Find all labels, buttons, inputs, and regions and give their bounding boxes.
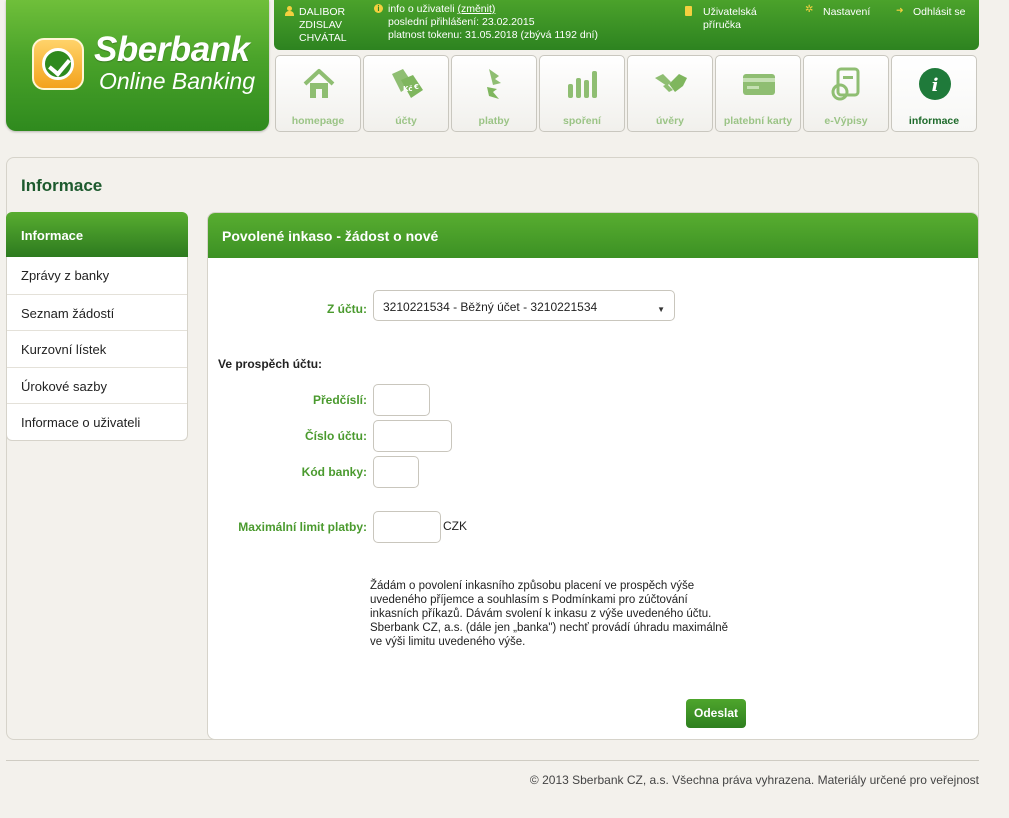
- bank-code-label: Kód banky:: [301, 465, 367, 479]
- from-account-label: Z účtu:: [327, 302, 367, 316]
- user-manual-line1: Uživatelská: [703, 6, 757, 18]
- form-header: Povolené inkaso - žádost o nové: [208, 213, 978, 258]
- prefix-input[interactable]: [373, 384, 430, 416]
- change-user-link[interactable]: (změnit): [457, 3, 495, 15]
- footer-divider: [6, 760, 979, 761]
- info-circle-icon: i: [919, 68, 951, 100]
- tab-statements[interactable]: e-Výpisy: [803, 55, 889, 132]
- tab-statements-label: e-Výpisy: [824, 115, 868, 127]
- tab-accounts[interactable]: Kč € účty: [363, 55, 449, 132]
- sidebar-item-user-info[interactable]: Informace o uživateli: [7, 403, 187, 440]
- home-icon: [303, 69, 335, 98]
- tab-payments[interactable]: platby: [451, 55, 537, 132]
- user-info-label: info o uživateli: [388, 3, 455, 15]
- sidebar-item-requests[interactable]: Seznam žádostí: [7, 293, 187, 331]
- max-limit-input[interactable]: [373, 511, 441, 543]
- tab-savings[interactable]: spoření: [539, 55, 625, 132]
- bank-code-input[interactable]: [373, 456, 419, 488]
- logout-arrow-icon: ➜: [896, 5, 904, 15]
- tab-loans-label: úvěry: [655, 115, 685, 127]
- svg-text:Kč: Kč: [403, 85, 413, 93]
- max-limit-label: Maximální limit platby:: [238, 520, 367, 534]
- top-bar: DALIBOR ZDISLAV CHVÁTAL i info o uživate…: [274, 0, 979, 50]
- card-icon: [743, 74, 775, 95]
- sidebar-list: Zprávy z banky Seznam žádostí Kurzovní l…: [6, 257, 188, 441]
- footer-copyright: © 2013 Sberbank CZ, a.s. Všechna práva v…: [529, 773, 979, 787]
- logout-link[interactable]: Odhlásit se: [913, 6, 966, 19]
- sidebar-item-bank-messages[interactable]: Zprávy z banky: [7, 257, 187, 294]
- account-number-input[interactable]: [373, 420, 452, 452]
- from-account-select[interactable]: 3210221534 - Běžný účet - 3210221534 ▼: [373, 290, 675, 321]
- consent-text: Žádám o povolení inkasního způsobu place…: [370, 580, 729, 648]
- user-info: info o uživateli (změnit) poslední přihl…: [388, 3, 598, 42]
- user-first-name: DALIBOR: [299, 6, 346, 18]
- brand-name: Sberbank: [94, 30, 250, 69]
- info-icon: i: [374, 4, 383, 13]
- book-icon: [685, 6, 692, 16]
- handshake-icon: [655, 74, 687, 92]
- user-manual-line2: příručka: [703, 19, 741, 31]
- page-title: Informace: [21, 176, 103, 195]
- sidebar-item-interest-rates[interactable]: Úrokové sazby: [7, 366, 187, 404]
- chevron-down-icon: ▼: [657, 305, 665, 314]
- tab-cards-label: platební karty: [723, 115, 793, 127]
- tab-payments-label: platby: [478, 115, 510, 127]
- tab-information[interactable]: i informace: [891, 55, 977, 132]
- tab-homepage[interactable]: homepage: [275, 55, 361, 132]
- user-name: DALIBOR ZDISLAV CHVÁTAL: [299, 6, 347, 45]
- sidebar-item-exchange-rates[interactable]: Kurzovní lístek: [7, 330, 187, 367]
- tab-information-label: informace: [908, 115, 960, 127]
- beneficiary-label: Ve prospěch účtu:: [218, 357, 323, 371]
- tags-icon: Kč €: [392, 69, 423, 98]
- tab-homepage-label: homepage: [291, 115, 345, 127]
- statement-icon: [831, 67, 860, 101]
- svg-text:i: i: [932, 75, 939, 96]
- sberbank-logo-icon: [32, 38, 84, 90]
- settings-link[interactable]: Nastavení: [823, 6, 870, 19]
- submit-button[interactable]: Odeslat: [686, 699, 746, 728]
- direct-debit-form: Povolené inkaso - žádost o nové Z účtu: …: [207, 212, 979, 740]
- brand-logo[interactable]: Sberbank Online Banking: [6, 0, 269, 131]
- account-number-label: Číslo účtu:: [305, 429, 367, 443]
- user-last-name: CHVÁTAL: [299, 32, 347, 44]
- tab-savings-label: spoření: [563, 115, 601, 127]
- tab-cards[interactable]: platební karty: [715, 55, 801, 132]
- tab-accounts-label: účty: [395, 115, 417, 127]
- brand-product: Online Banking: [99, 68, 255, 94]
- payments-icon: [487, 69, 501, 99]
- user-middle-name: ZDISLAV: [299, 19, 342, 31]
- user-icon: [285, 6, 294, 16]
- sidebar-item-informace[interactable]: Informace: [6, 212, 188, 257]
- sidebar: Informace Zprávy z banky Seznam žádostí …: [6, 212, 188, 441]
- currency-label: CZK: [443, 519, 467, 533]
- svg-text:€: €: [413, 83, 419, 91]
- last-login: poslední přihlášení: 23.02.2015: [388, 16, 535, 28]
- gear-icon: ✲: [805, 4, 814, 15]
- from-account-value: 3210221534 - Běžný účet - 3210221534: [383, 300, 598, 314]
- tab-loans[interactable]: úvěry: [627, 55, 713, 132]
- user-manual-link[interactable]: Uživatelská příručka: [703, 6, 757, 32]
- token-validity: platnost tokenu: 31.05.2018 (zbývá 1192 …: [388, 29, 598, 41]
- prefix-label: Předčíslí:: [312, 393, 367, 407]
- savings-icon: [568, 71, 597, 98]
